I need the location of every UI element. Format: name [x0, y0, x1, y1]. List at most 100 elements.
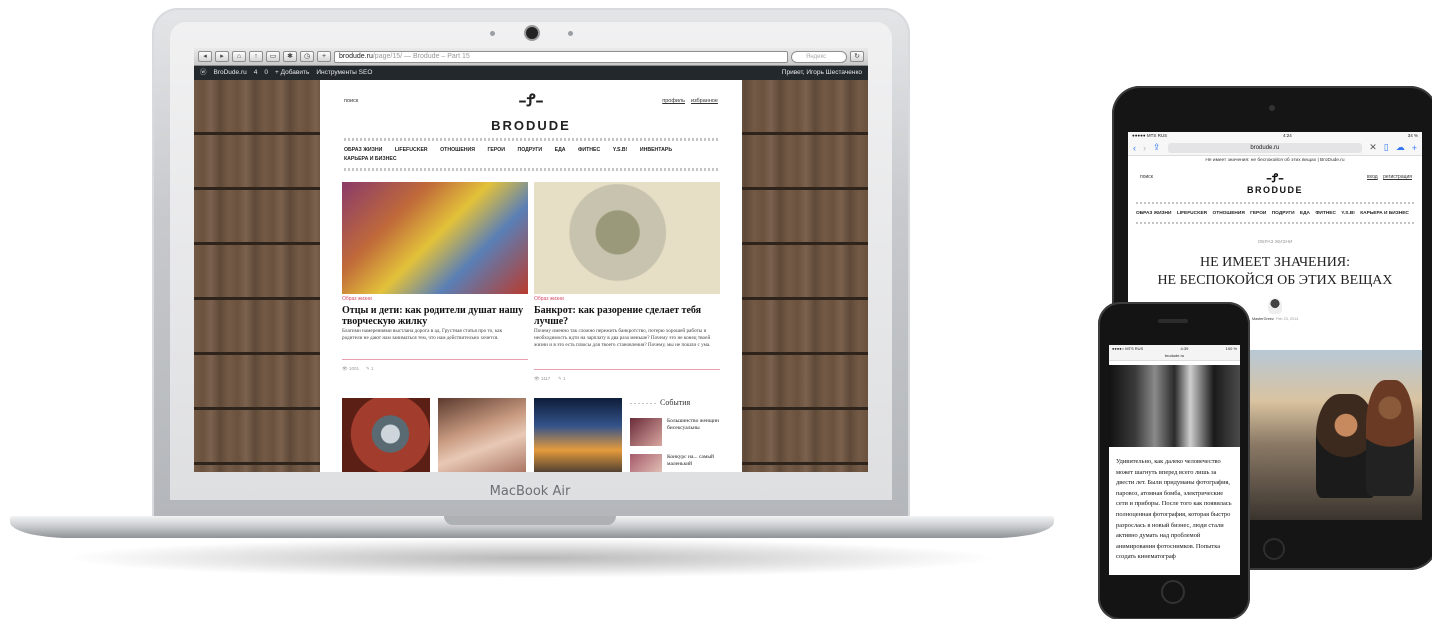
nav-item[interactable]: LIFEFUCKER	[1177, 211, 1207, 216]
nav-item[interactable]: КАРЬЕРА И БИЗНЕС	[1360, 211, 1409, 216]
nav-item[interactable]: КАРЬЕРА И БИЗНЕС	[344, 156, 397, 162]
url-rest: /page/15/ — Brodude – Part 15	[372, 52, 470, 60]
site-nav: ОБРАЗ ЖИЗНИ LIFEFUCKER ОТНОШЕНИЯ ГЕРОИ П…	[344, 146, 718, 164]
sensor-dot	[568, 31, 573, 36]
settings-icon[interactable]: ✱	[283, 51, 297, 62]
browser-search-input[interactable]: Яндекс	[791, 50, 847, 63]
add-tab-icon[interactable]: +	[1412, 143, 1417, 153]
forward-icon[interactable]: ▸	[215, 51, 229, 62]
admin-greeting[interactable]: Привет, Игорь Шестаченко	[782, 66, 862, 80]
article-comments: ✎ 1	[558, 376, 566, 381]
event-title[interactable]: Конкурс на... самый маленький	[667, 454, 723, 468]
url-host: brodude.ru	[339, 52, 373, 60]
phone-home-button[interactable]	[1161, 580, 1185, 604]
tablet-logo-text[interactable]: BRODUDE	[1225, 185, 1325, 195]
tablet-article-category[interactable]: ОБРАЗ ЖИЗНИ	[1128, 240, 1422, 245]
carrier-label: ●●●●○ MTS RUS	[1112, 346, 1144, 351]
article-image[interactable]	[342, 182, 528, 294]
nav-item[interactable]: ОТНОШЕНИЯ	[1213, 211, 1245, 216]
nav-item[interactable]: ГЕРОИ	[487, 147, 505, 153]
back-icon[interactable]: ◂	[198, 51, 212, 62]
forward-icon[interactable]: ›	[1143, 143, 1146, 153]
nav-item[interactable]: ОТНОШЕНИЯ	[440, 147, 475, 153]
tablet-safari-toolbar: ‹ › ⇪ brodude.ru ✕ ▯ ☁ +	[1128, 140, 1422, 156]
title-line: не беспокойся об этих вещах	[1157, 273, 1393, 288]
tablet-search-link[interactable]: поиск	[1140, 174, 1153, 180]
nav-item[interactable]: Y.S.B!	[1341, 211, 1355, 216]
article-category[interactable]: Образ жизни	[342, 296, 372, 302]
phone-status-bar: ●●●●○ MTS RUS 4:39 100 %	[1109, 345, 1240, 353]
nav-item[interactable]: LIFEFUCKER	[395, 147, 428, 153]
comments-count: 1	[563, 376, 566, 381]
clock-label: 4:39	[1180, 346, 1189, 351]
article-image[interactable]	[534, 398, 622, 472]
tablet-home-button[interactable]	[1263, 538, 1285, 560]
article-title[interactable]: Отцы и дети: как родители душат нашу тво…	[342, 305, 528, 327]
share-icon[interactable]: ↑	[249, 51, 263, 62]
tablet-address-bar[interactable]: brodude.ru	[1167, 142, 1363, 153]
close-icon[interactable]: ✕	[1369, 142, 1377, 153]
author-name[interactable]: MasterGreez	[1252, 317, 1274, 321]
login-link[interactable]: вход	[1367, 174, 1378, 180]
bookmarks-icon[interactable]: ▯	[1384, 142, 1389, 153]
cloud-icon[interactable]: ☁	[1396, 142, 1405, 153]
nav-item[interactable]: Y.S.B!	[613, 147, 628, 153]
article-image[interactable]	[342, 398, 430, 472]
bookmarks-icon[interactable]: ▭	[266, 51, 280, 62]
article-title[interactable]: Банкрот: как разорение сделает тебя лучш…	[534, 305, 720, 327]
nav-item[interactable]: ПОДРУГИ	[1272, 211, 1295, 216]
admin-comments[interactable]: 0	[264, 66, 268, 80]
article-category[interactable]: Образ жизни	[534, 296, 564, 302]
event-thumbnail[interactable]	[630, 454, 662, 472]
event-thumbnail[interactable]	[630, 418, 662, 446]
address-bar[interactable]: brodude.ru/page/15/ — Brodude – Part 15	[334, 50, 788, 63]
home-icon[interactable]: ⌂	[232, 51, 246, 62]
tablet-tab-title[interactable]: Не имеет значения: не беспокойся об этих…	[1128, 158, 1422, 163]
admin-seo-tools[interactable]: Инструменты SEO	[316, 66, 372, 80]
article-comments: ✎ 1	[366, 366, 374, 371]
divider	[344, 168, 718, 171]
laptop-notch	[444, 516, 616, 525]
share-icon[interactable]: ⇪	[1153, 142, 1161, 153]
reload-icon[interactable]: ↻	[850, 51, 864, 62]
nav-item[interactable]: ИНВЕНТАРЬ	[640, 147, 672, 153]
divider	[1136, 222, 1414, 224]
nav-item[interactable]: ФИТНЕС	[1315, 211, 1336, 216]
comments-count: 1	[371, 366, 374, 371]
nav-item[interactable]: ОБРАЗ ЖИЗНИ	[344, 147, 382, 153]
article-image[interactable]	[534, 182, 720, 294]
site-user-links: профиль избранное	[662, 98, 718, 104]
sensor-dot	[490, 31, 495, 36]
site-search-link[interactable]: поиск	[344, 98, 358, 104]
tablet-logo-mark[interactable]: –Ꝭ–	[1259, 169, 1291, 186]
nav-item[interactable]: ЕДА	[1300, 211, 1310, 216]
site-logo-mark[interactable]: –Ꝭ–	[511, 88, 551, 111]
browser-toolbar: ◂ ▸ ⌂ ↑ ▭ ✱ ◷ + brodude.ru/page/15/ — Br…	[194, 48, 868, 66]
tablet-nav: ОБРАЗ ЖИЗНИ LIFEFUCKER ОТНОШЕНИЯ ГЕРОИ П…	[1136, 211, 1416, 216]
nav-item[interactable]: ОБРАЗ ЖИЗНИ	[1136, 211, 1171, 216]
add-tab-icon[interactable]: +	[317, 51, 331, 62]
favorites-link[interactable]: избранное	[691, 98, 718, 104]
article-views: 👁 1117	[534, 376, 551, 381]
author-avatar[interactable]	[1268, 298, 1282, 314]
wordpress-icon[interactable]: ⓦ	[200, 66, 207, 80]
site-logo-text[interactable]: BRODUDE	[430, 118, 632, 133]
admin-updates[interactable]: 4	[254, 66, 258, 80]
profile-link[interactable]: профиль	[662, 98, 685, 104]
tablet-article-title: Не имеет значения: не беспокойся об этих…	[1148, 254, 1402, 290]
nav-item[interactable]: ЕДА	[555, 147, 566, 153]
back-icon[interactable]: ‹	[1133, 143, 1136, 153]
nav-item[interactable]: ФИТНЕС	[578, 147, 600, 153]
nav-item[interactable]: ГЕРОИ	[1250, 211, 1266, 216]
register-link[interactable]: регистрация	[1383, 174, 1412, 180]
admin-add-new[interactable]: + Добавить	[275, 66, 309, 80]
article-photo	[1109, 365, 1240, 447]
nav-item[interactable]: ПОДРУГИ	[517, 147, 542, 153]
history-icon[interactable]: ◷	[300, 51, 314, 62]
admin-site-link[interactable]: BroDude.ru	[214, 66, 247, 80]
article-image[interactable]	[438, 398, 526, 472]
event-title[interactable]: Большинство женщин бисексуальны	[667, 418, 723, 432]
photo-rider	[1366, 380, 1414, 496]
laptop-model-label: MacBook Air	[489, 484, 571, 499]
phone-address-bar[interactable]: brodude.ru	[1109, 353, 1240, 361]
